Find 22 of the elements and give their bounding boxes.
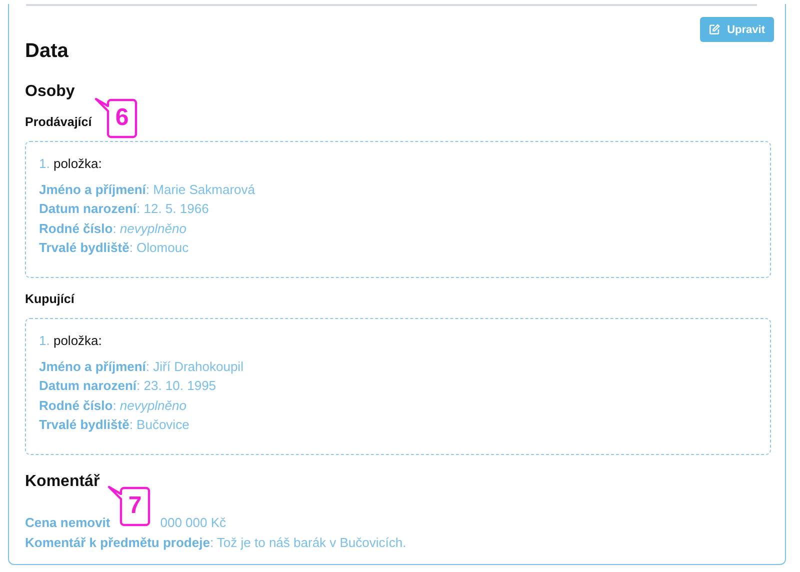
edit-button[interactable]: Upravit [700, 17, 774, 42]
group-heading: Prodávající [25, 115, 92, 129]
field-value: 000 000 Kč [160, 515, 226, 530]
section-heading: Osoby [25, 83, 75, 101]
field-line: Trvalé bydliště: Olomouc [39, 240, 189, 255]
item-label: položka: [53, 156, 102, 171]
field-line: Rodné číslo: nevyplněno [39, 398, 186, 412]
page-heading: Data [25, 40, 68, 63]
callout-marker: 6 [94, 97, 138, 139]
field-line: Jméno a příjmení: Marie Sakmarová [39, 182, 256, 196]
field-line: Rodné číslo: nevyplněno [39, 220, 186, 236]
item-number: 1. [39, 156, 50, 171]
edit-icon [709, 24, 720, 35]
item-number: 1. [39, 333, 50, 348]
field-line: Datum narození: 23. 10. 1995 [39, 378, 216, 393]
field-line: Trvalé bydliště: Bučovice [39, 417, 190, 432]
field-line: Datum narození: 12. 5. 1966 [39, 201, 209, 216]
field-line: Jméno a příjmení: Jiří Drahokoupil [39, 358, 244, 374]
item-label: položka: [53, 333, 102, 348]
section-heading: Komentář [25, 473, 100, 491]
group-heading: Kupující [25, 292, 74, 306]
field-line: Komentář k předmětu prodeje: Tož je to náš barák v Bučovicích. [25, 534, 406, 550]
